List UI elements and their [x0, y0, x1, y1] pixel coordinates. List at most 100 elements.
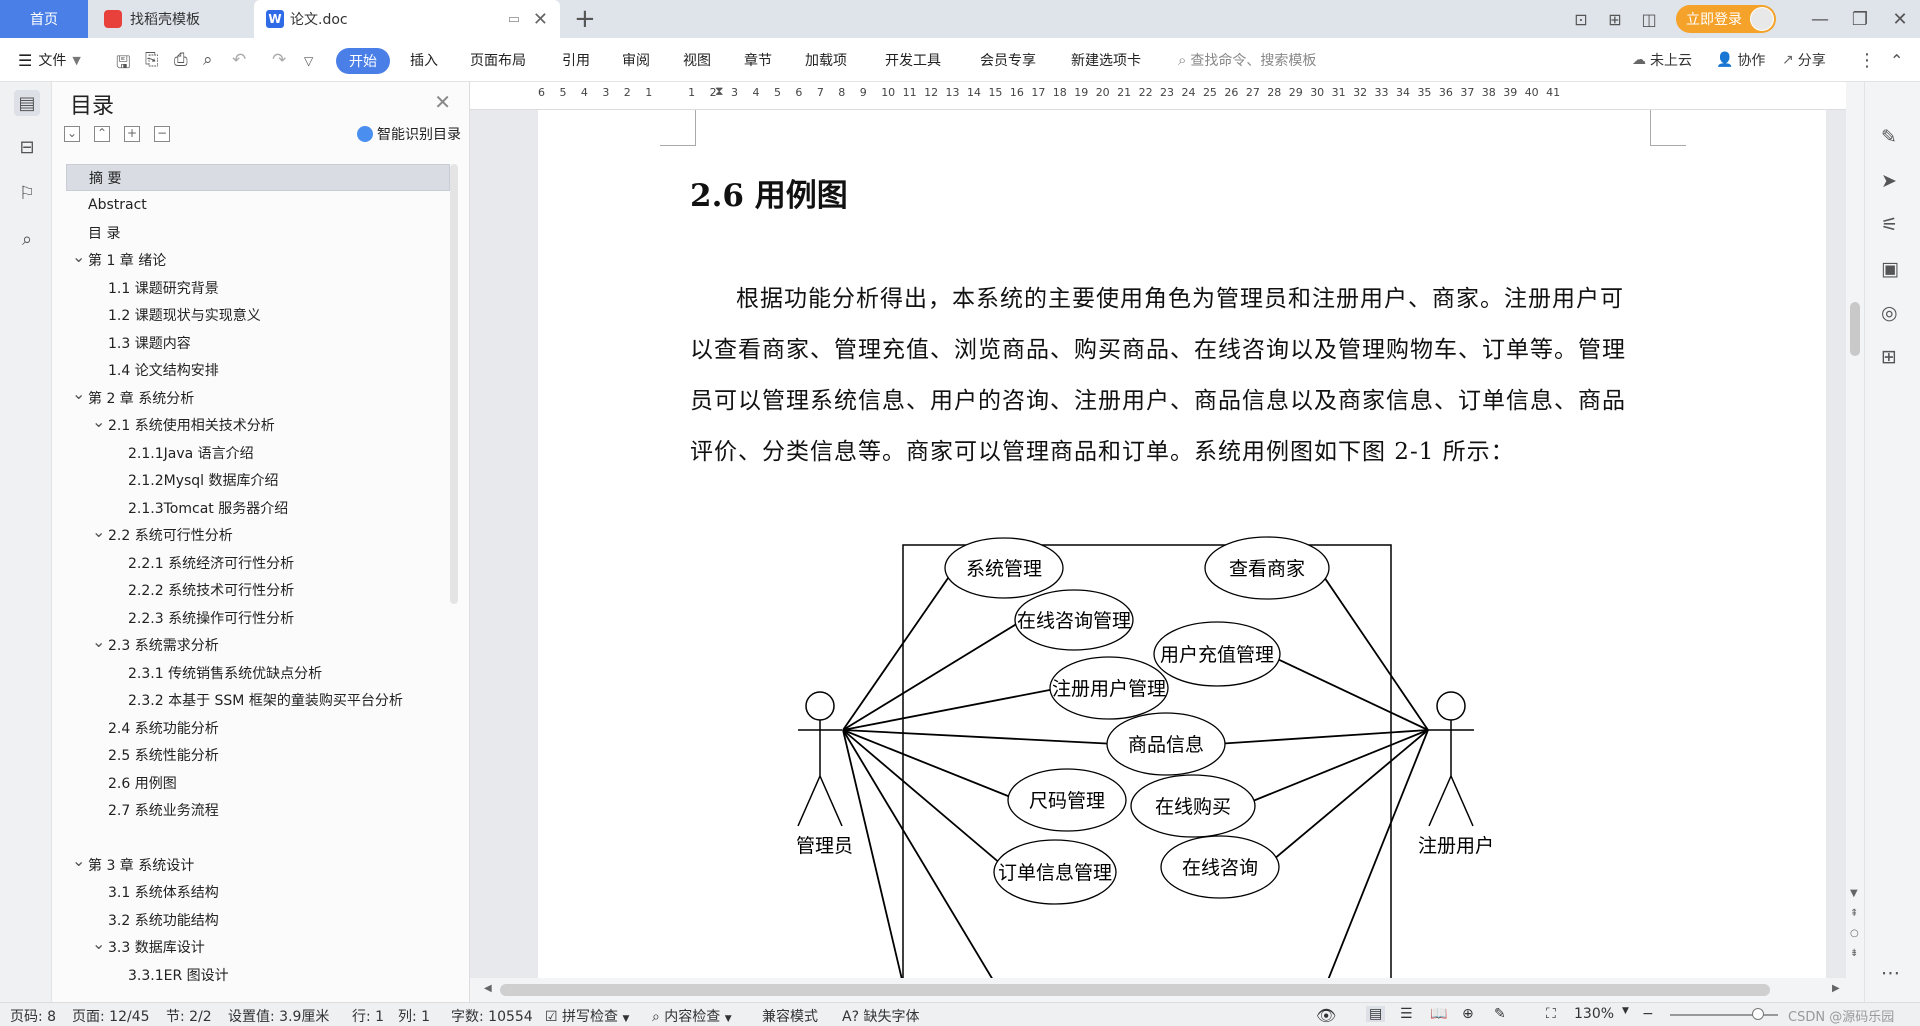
next-page-icon[interactable]: ⇟: [1850, 948, 1858, 959]
share-button[interactable]: ↗ 分享: [1782, 38, 1826, 82]
zoom-slider-handle[interactable]: [1752, 1008, 1764, 1020]
toc-item[interactable]: 1.3 课题内容: [66, 329, 450, 356]
toc-item[interactable]: ⌄ 第 2 章 系统分析: [66, 384, 450, 411]
collab-button[interactable]: 👤 协作: [1716, 38, 1765, 82]
missing-font-button[interactable]: A? 缺失字体: [842, 1006, 919, 1026]
toc-item[interactable]: 2.2.3 系统操作可行性分析: [66, 604, 450, 631]
select-browse-icon[interactable]: ○: [1850, 928, 1859, 939]
toc-item[interactable]: 摘 要: [66, 164, 450, 191]
status-page[interactable]: 页面: 12/45: [72, 1006, 150, 1026]
read-mode-icon[interactable]: ⊞: [1881, 346, 1897, 368]
export-pdf-icon[interactable]: ⎘: [145, 50, 159, 70]
expand-chevron-icon[interactable]: ⌄: [92, 412, 105, 431]
toc-item[interactable]: ⌄ 2.3 系统需求分析: [66, 632, 450, 659]
nav-pane-icon[interactable]: ⊟: [14, 134, 40, 160]
status-page-code[interactable]: 页码: 8: [10, 1006, 56, 1026]
redo-icon[interactable]: ↷: [272, 50, 286, 70]
scroll-right-icon[interactable]: ▶: [1832, 983, 1840, 994]
tab-addins[interactable]: 加载项: [805, 38, 847, 82]
bookmark-icon[interactable]: ⚐: [14, 180, 40, 206]
tab-doke-templates[interactable]: 找稻壳模板: [90, 0, 252, 38]
scroll-down-icon[interactable]: ▼: [1850, 888, 1858, 899]
command-search[interactable]: ⌕ 查找命令、搜索模板: [1178, 38, 1316, 82]
tab-member[interactable]: 会员专享: [980, 38, 1036, 82]
chevron-down-icon[interactable]: ▼: [1622, 1006, 1629, 1016]
status-section[interactable]: 节: 2/2: [166, 1006, 212, 1026]
undo-icon[interactable]: ↶: [232, 50, 246, 70]
zoom-out-icon[interactable]: −: [1642, 1006, 1654, 1022]
tab-home[interactable]: 首页: [0, 0, 88, 38]
tab-review[interactable]: 审阅: [622, 38, 650, 82]
tab-start[interactable]: 开始: [336, 48, 390, 74]
toc-item[interactable]: 2.7 系统业务流程: [66, 797, 450, 824]
toc-item[interactable]: Abstract: [66, 192, 450, 219]
toc-item[interactable]: 1.4 论文结构安排: [66, 357, 450, 384]
collapse-ribbon-icon[interactable]: ⌃: [1890, 38, 1903, 82]
zoom-level[interactable]: 130%: [1574, 1006, 1614, 1022]
customize-quick-access-icon[interactable]: ▽: [304, 54, 313, 68]
close-tab-icon[interactable]: ✕: [533, 9, 548, 30]
toc-item[interactable]: 1.2 课题现状与实现意义: [66, 302, 450, 329]
tab-page-layout[interactable]: 页面布局: [470, 38, 526, 82]
toc-item[interactable]: 3.3.1ER 图设计: [66, 961, 450, 988]
tab-references[interactable]: 引用: [562, 38, 590, 82]
expand-chevron-icon[interactable]: ⌄: [72, 384, 85, 403]
toc-item[interactable]: 2.4 系统功能分析: [66, 714, 450, 741]
fit-page-icon[interactable]: ⛶: [1546, 1006, 1556, 1022]
layout-icon[interactable]: ⊡: [1564, 10, 1598, 29]
toc-item[interactable]: 2.3.1 传统销售系统优缺点分析: [66, 659, 450, 686]
tab-developer[interactable]: 开发工具: [885, 38, 941, 82]
prev-page-icon[interactable]: ⇞: [1850, 908, 1858, 919]
more-tools-icon[interactable]: ⋯: [1881, 962, 1900, 984]
close-icon[interactable]: ✕: [434, 90, 451, 114]
status-col[interactable]: 列: 1: [398, 1006, 430, 1026]
tab-document[interactable]: W 论文.doc ▭ ✕: [254, 0, 560, 38]
expand-chevron-icon[interactable]: ⌄: [72, 247, 85, 266]
smart-toc-button[interactable]: 智能识别目录: [357, 124, 461, 144]
expand-chevron-icon[interactable]: ⌄: [72, 851, 85, 870]
web-view-icon[interactable]: ⊕: [1462, 1006, 1474, 1022]
horizontal-scroll-thumb[interactable]: [500, 984, 1770, 996]
toc-item[interactable]: 3.1 系统体系结构: [66, 879, 450, 906]
print-icon[interactable]: ⎙: [174, 50, 188, 70]
toc-item[interactable]: 2.1.1Java 语言介绍: [66, 439, 450, 466]
spell-check-button[interactable]: ☑ 拼写检查 ▼: [545, 1006, 629, 1026]
file-menu[interactable]: ☰ 文件 ▼: [18, 38, 81, 82]
find-icon[interactable]: ⌕: [14, 226, 40, 252]
toc-item[interactable]: 2.5 系统性能分析: [66, 742, 450, 769]
toc-item[interactable]: 2.2.2 系统技术可行性分析: [66, 577, 450, 604]
vertical-scrollbar[interactable]: ▼ ⇞ ○ ⇟: [1846, 82, 1864, 978]
eye-protection-icon[interactable]: 👁: [1316, 1006, 1336, 1025]
toc-item[interactable]: 2.3.2 本基于 SSM 框架的童装购买平台分析: [66, 687, 450, 714]
toc-item[interactable]: ⌄ 第 1 章 绪论: [66, 247, 450, 274]
apps-grid-icon[interactable]: ⊞: [1598, 10, 1632, 29]
expand-level-icon[interactable]: ⌃: [94, 126, 110, 142]
sliders-icon[interactable]: ⚟: [1881, 214, 1898, 236]
toc-item[interactable]: ⌄ 2.1 系统使用相关技术分析: [66, 412, 450, 439]
toc-panel-icon[interactable]: ▤: [14, 90, 40, 116]
outline-view-icon[interactable]: ☰: [1400, 1006, 1413, 1022]
toc-item[interactable]: 2.1.2Mysql 数据库介绍: [66, 467, 450, 494]
cloud-status-button[interactable]: ☁ 未上云: [1632, 38, 1692, 82]
document-page[interactable]: 2.6 用例图 根据功能分析得出，本系统的主要使用角色为管理员和注册用户、商家。…: [538, 110, 1826, 978]
scroll-left-icon[interactable]: ◀: [484, 983, 492, 994]
tab-insert[interactable]: 插入: [410, 38, 438, 82]
status-setting[interactable]: 设置值: 3.9厘米: [228, 1006, 329, 1026]
read-view-icon[interactable]: 📖: [1430, 1006, 1447, 1022]
status-row[interactable]: 行: 1: [352, 1006, 384, 1026]
toc-item[interactable]: 2.2.1 系统经济可行性分析: [66, 549, 450, 576]
toc-scrollbar[interactable]: [450, 164, 458, 604]
expand-chevron-icon[interactable]: ⌄: [92, 934, 105, 953]
toc-item[interactable]: 2.1.3Tomcat 服务器介绍: [66, 494, 450, 521]
add-heading-icon[interactable]: +: [124, 126, 140, 142]
content-check-button[interactable]: ⌕ 内容检查 ▼: [652, 1006, 732, 1026]
status-word-count[interactable]: 字数: 10554: [451, 1006, 533, 1026]
collapse-all-icon[interactable]: ⌄: [64, 126, 80, 142]
print-preview-icon[interactable]: ⌕: [203, 50, 213, 70]
save-icon[interactable]: 🖫: [116, 50, 130, 79]
toc-item[interactable]: ⌄ 2.2 系统可行性分析: [66, 522, 450, 549]
minimize-icon[interactable]: —: [1800, 9, 1840, 30]
new-tab-button[interactable]: +: [574, 0, 596, 38]
login-button[interactable]: 立即登录: [1676, 5, 1776, 33]
horizontal-scrollbar[interactable]: ◀ ▶: [470, 978, 1846, 1002]
